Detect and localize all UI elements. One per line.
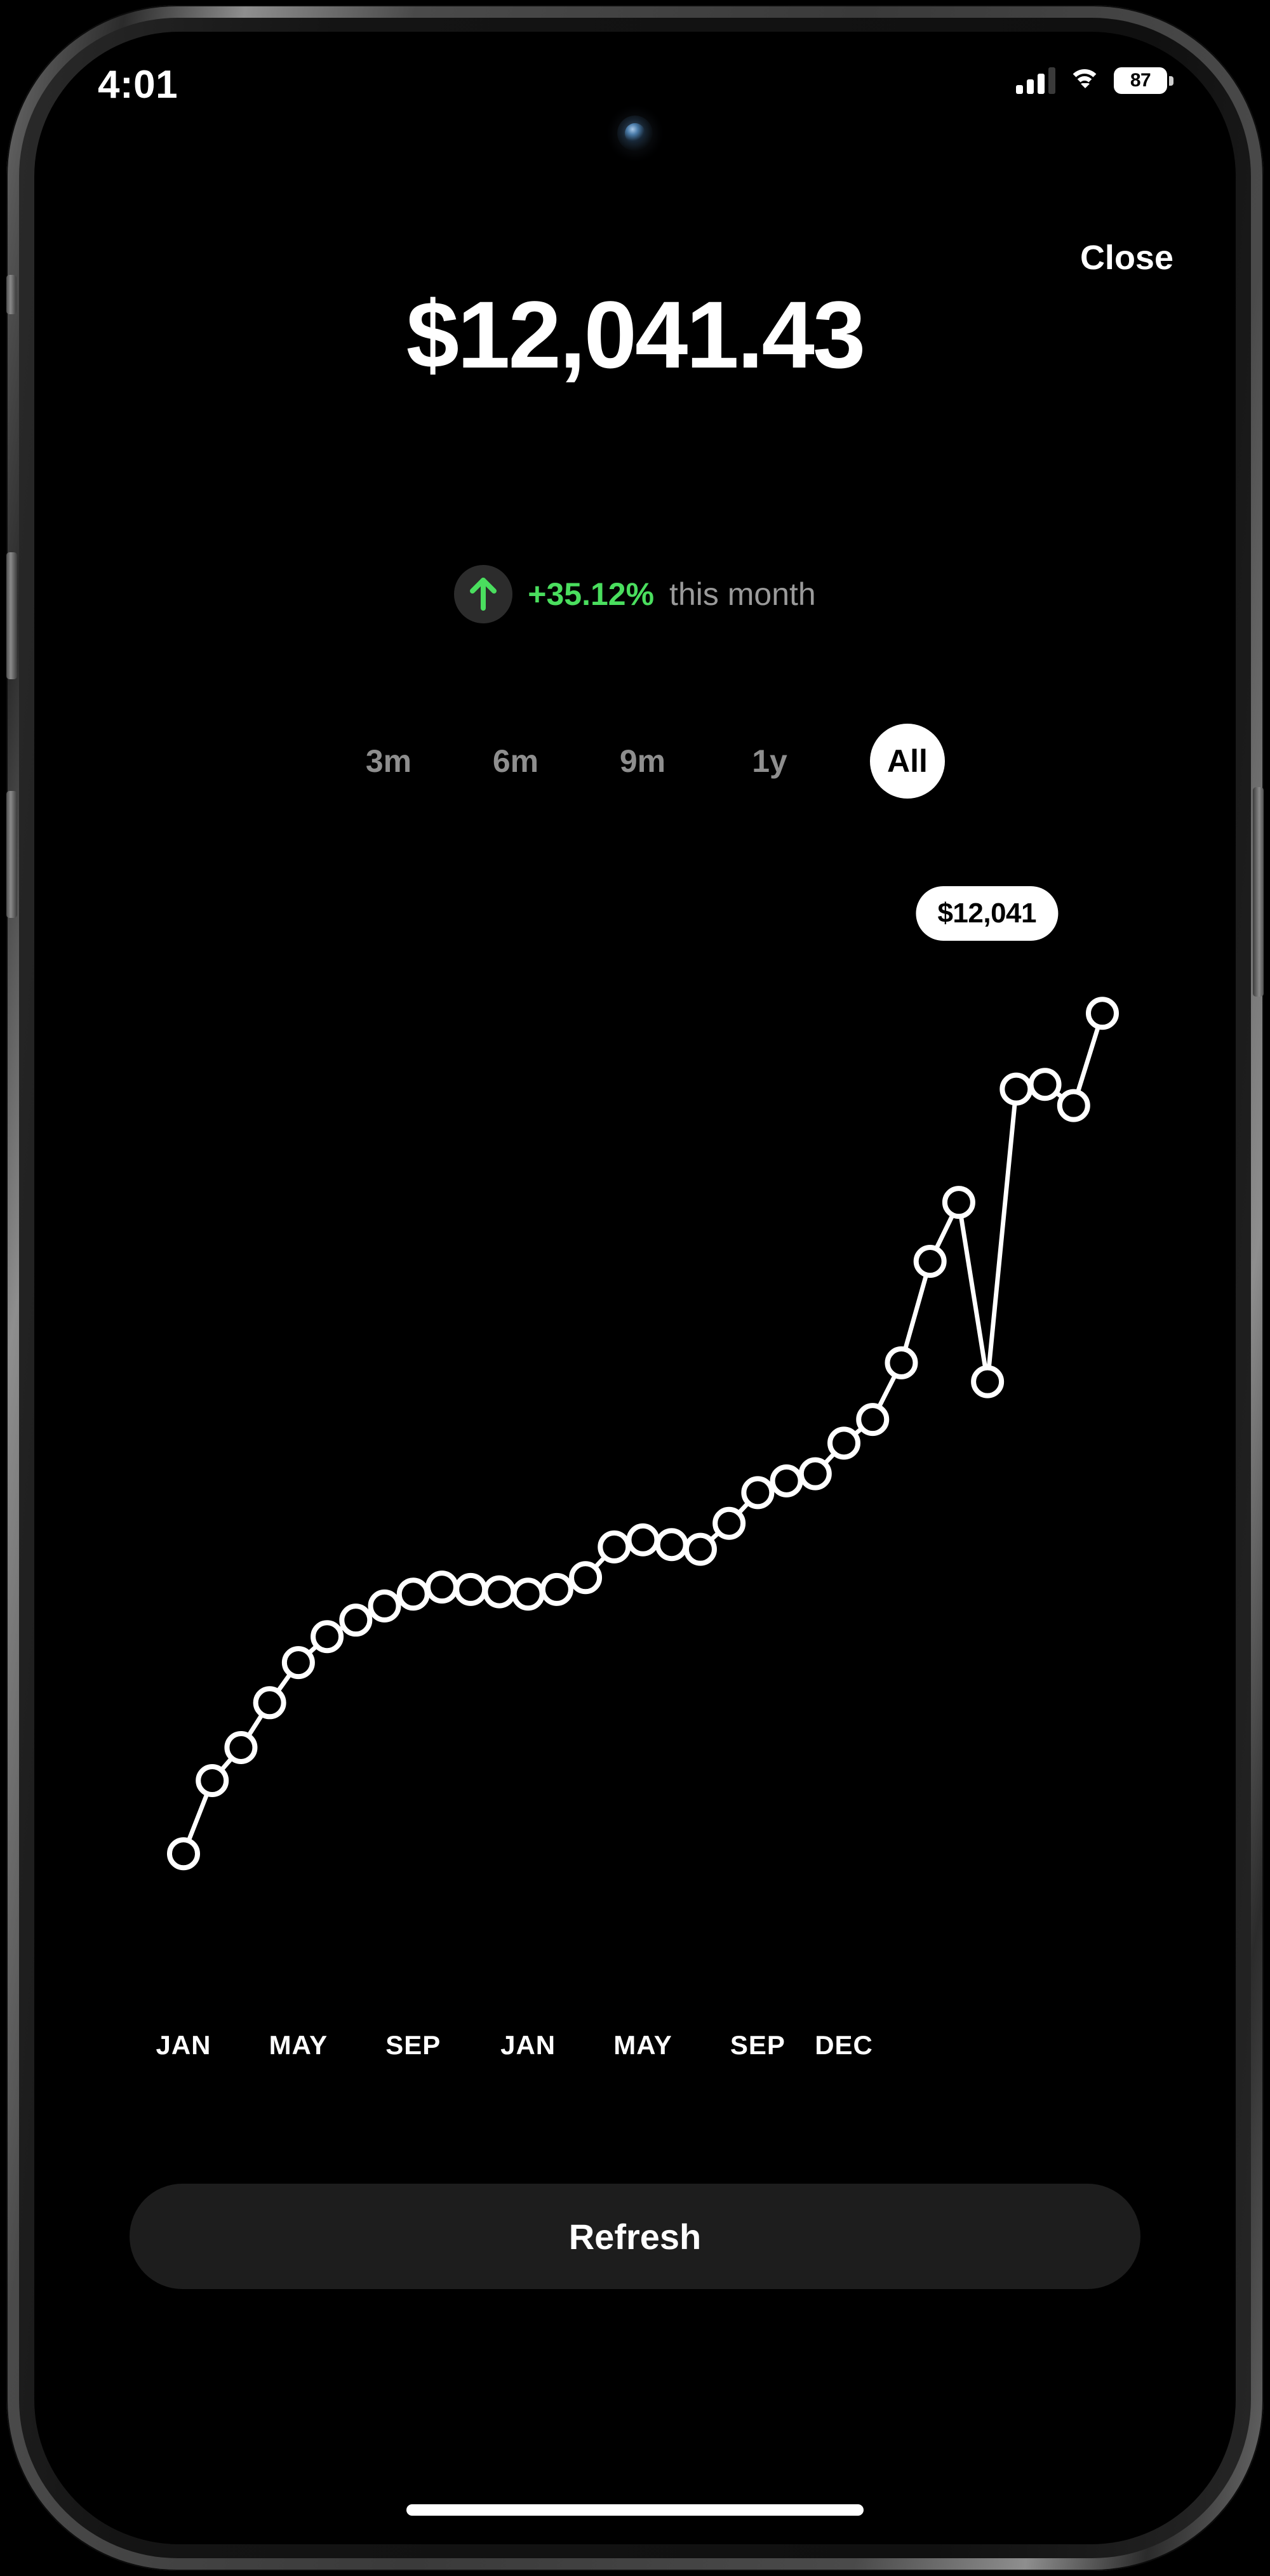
home-indicator[interactable]: [406, 2504, 864, 2516]
x-axis-tick-may-4: MAY: [613, 2030, 672, 2060]
chart-point[interactable]: [798, 1457, 832, 1490]
battery-level-text: 87: [1130, 70, 1151, 91]
phone-frame: 4:01 87 Close $12,041.43 +35.12% this mo…: [6, 5, 1264, 2571]
chart-tooltip: $12,041: [916, 886, 1058, 941]
chart-point[interactable]: [339, 1603, 373, 1637]
phone-screen: 4:01 87 Close $12,041.43 +35.12% this mo…: [34, 32, 1236, 2544]
range-option-all[interactable]: All: [870, 724, 945, 799]
action-button[interactable]: [6, 275, 17, 314]
balance-amount: $12,041.43: [406, 281, 866, 388]
time-range-selector: 3m 6m 9m 1y All: [34, 724, 1236, 799]
chart-point[interactable]: [942, 1186, 975, 1219]
battery-icon: 87: [1114, 67, 1173, 94]
chart-point[interactable]: [712, 1506, 746, 1540]
range-option-9m[interactable]: 9m: [579, 724, 706, 799]
chart-point[interactable]: [425, 1570, 458, 1604]
chart-x-axis: JAN MAY SEP JAN MAY SEP DEC: [34, 2030, 1236, 2075]
chart-point[interactable]: [770, 1464, 803, 1497]
arrow-up-icon: [454, 565, 513, 623]
volume-up-button[interactable]: [6, 552, 17, 679]
chart-point[interactable]: [999, 1072, 1033, 1106]
chart-point[interactable]: [1086, 997, 1119, 1030]
chart-point[interactable]: [569, 1561, 603, 1595]
chart-point[interactable]: [683, 1532, 717, 1566]
front-camera-icon: [617, 116, 653, 151]
change-summary: +35.12% this month: [34, 565, 1236, 623]
chart-point[interactable]: [971, 1365, 1005, 1398]
close-button[interactable]: Close: [1080, 238, 1173, 277]
cellular-bars-icon: [1016, 67, 1055, 94]
range-option-3m[interactable]: 3m: [325, 724, 452, 799]
wifi-icon: [1068, 68, 1101, 93]
range-option-1y[interactable]: 1y: [706, 724, 833, 799]
change-percent: +35.12%: [528, 576, 655, 612]
x-axis-tick-jan-0: JAN: [156, 2030, 211, 2060]
chart-point[interactable]: [1028, 1068, 1062, 1101]
refresh-button[interactable]: Refresh: [130, 2184, 1140, 2289]
change-period-label: this month: [669, 576, 816, 612]
chart-point[interactable]: [396, 1577, 430, 1611]
range-option-6m[interactable]: 6m: [452, 724, 579, 799]
power-button[interactable]: [1253, 787, 1264, 997]
status-bar-time: 4:01: [98, 63, 178, 107]
chart-point[interactable]: [655, 1528, 688, 1562]
chart-point[interactable]: [856, 1403, 890, 1437]
chart-point[interactable]: [885, 1346, 918, 1379]
chart-point[interactable]: [511, 1577, 545, 1611]
x-axis-tick-may-1: MAY: [269, 2030, 328, 2060]
chart-point[interactable]: [483, 1575, 516, 1609]
chart-point[interactable]: [626, 1523, 660, 1557]
chart-point[interactable]: [913, 1245, 947, 1278]
chart-point[interactable]: [827, 1426, 861, 1460]
chart-point[interactable]: [598, 1530, 631, 1564]
x-axis-tick-sep-5: SEP: [730, 2030, 785, 2060]
chart-point[interactable]: [741, 1476, 775, 1510]
status-bar: 4:01 87: [34, 32, 1236, 152]
chart-point[interactable]: [454, 1572, 488, 1606]
x-axis-tick-sep-2: SEP: [385, 2030, 441, 2060]
chart-line: [181, 1011, 1105, 1856]
chart-point[interactable]: [167, 1837, 200, 1871]
chart-point[interactable]: [281, 1646, 315, 1680]
chart-point[interactable]: [540, 1572, 573, 1606]
x-axis-tick-jan-3: JAN: [500, 2030, 556, 2060]
battery-cap: [1169, 76, 1173, 86]
chart-point[interactable]: [224, 1730, 258, 1764]
chart-point[interactable]: [1057, 1089, 1090, 1122]
screenshot-root: 4:01 87 Close $12,041.43 +35.12% this mo…: [0, 0, 1270, 2576]
chart-point[interactable]: [368, 1589, 401, 1623]
chart-point[interactable]: [311, 1620, 344, 1654]
chart-point[interactable]: [253, 1686, 286, 1720]
volume-down-button[interactable]: [6, 791, 17, 918]
status-bar-indicators: 87: [1016, 67, 1173, 94]
chart-svg: [167, 997, 1119, 1871]
x-axis-tick-dec-6: DEC: [815, 2030, 873, 2060]
chart-point[interactable]: [196, 1764, 229, 1797]
balance-chart[interactable]: $12,041: [34, 876, 1236, 1955]
